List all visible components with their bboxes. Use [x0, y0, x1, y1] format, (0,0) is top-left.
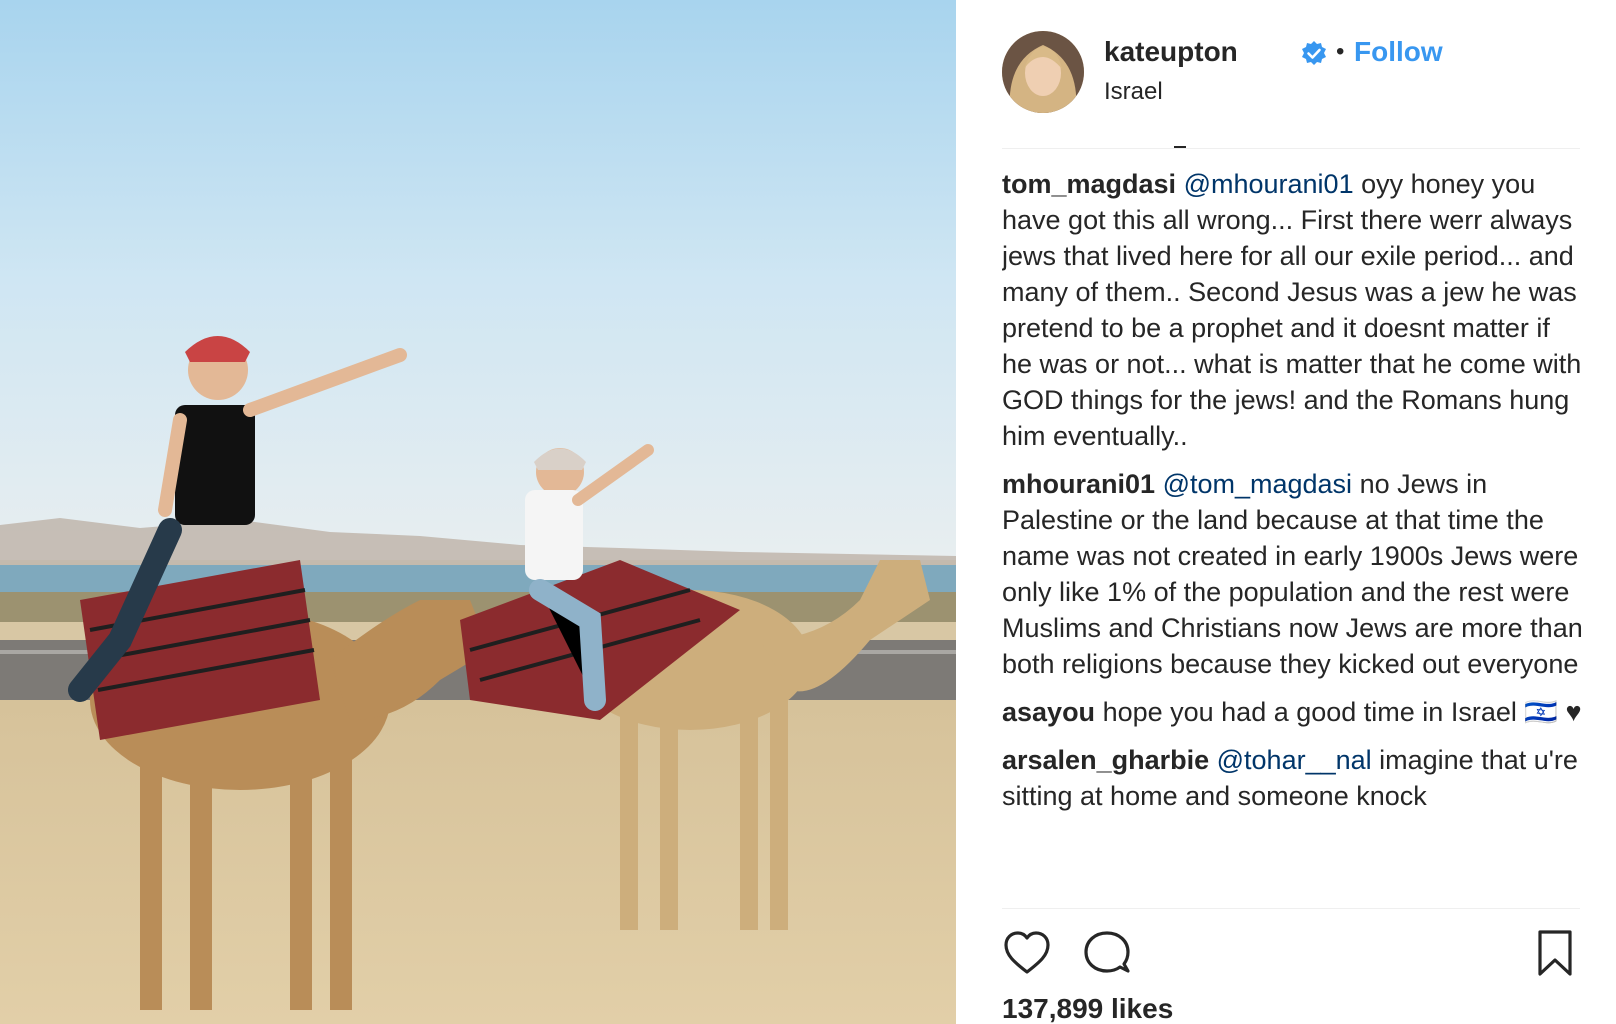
instagram-post: kateupton • Follow Israel tom_magdasi @m… [0, 0, 1616, 1024]
camel-ride-photo [0, 0, 956, 1024]
post-details-panel: kateupton • Follow Israel tom_magdasi @m… [956, 0, 1616, 1024]
comment: tom_magdasi @mhourani01 oyy honey you ha… [1002, 166, 1586, 454]
separator-dot: • [1336, 38, 1345, 65]
post-author-username[interactable]: kateupton [1104, 36, 1238, 68]
post-photo[interactable] [0, 0, 956, 1024]
likes-count[interactable]: 137,899 likes [1002, 993, 1173, 1024]
header-divider [1002, 148, 1580, 149]
comment: asayou hope you had a good time in Israe… [1002, 694, 1586, 730]
avatar[interactable] [1002, 31, 1084, 113]
heart-icon[interactable] [1002, 928, 1052, 978]
follow-button[interactable]: Follow [1354, 36, 1443, 68]
comment-mention[interactable]: @mhourani01 [1184, 169, 1354, 199]
comment-mention[interactable]: @tohar__nal [1217, 745, 1372, 775]
bookmark-icon[interactable] [1530, 928, 1580, 978]
comment-author[interactable]: tom_magdasi [1002, 169, 1176, 199]
actions-divider [1002, 908, 1580, 909]
comment: mhourani01 @tom_magdasi no Jews in Pales… [1002, 466, 1586, 682]
comment-author[interactable]: asayou [1002, 697, 1095, 727]
post-location[interactable]: Israel [1104, 78, 1163, 106]
verified-badge-icon [1302, 41, 1326, 65]
comments-list[interactable]: tom_magdasi @mhourani01 oyy honey you ha… [1002, 166, 1586, 906]
comment-mention[interactable]: @tom_magdasi [1163, 469, 1353, 499]
comment-bubble-icon[interactable] [1082, 928, 1132, 978]
post-header: kateupton • Follow Israel [1002, 30, 1582, 116]
action-bar [1002, 928, 1582, 984]
avatar-image [1002, 31, 1084, 113]
comment-author[interactable]: arsalen_gharbie [1002, 745, 1209, 775]
comment-text: hope you had a good time in Israel 🇮🇱 ♥ [1095, 697, 1582, 727]
comment: arsalen_gharbie @tohar__nal imagine that… [1002, 742, 1586, 814]
comment-author[interactable]: mhourani01 [1002, 469, 1155, 499]
scroll-remnant [1174, 146, 1186, 148]
comment-text: no Jews in Palestine or the land because… [1002, 469, 1583, 679]
comment-text: oyy honey you have got this all wrong...… [1002, 169, 1582, 451]
